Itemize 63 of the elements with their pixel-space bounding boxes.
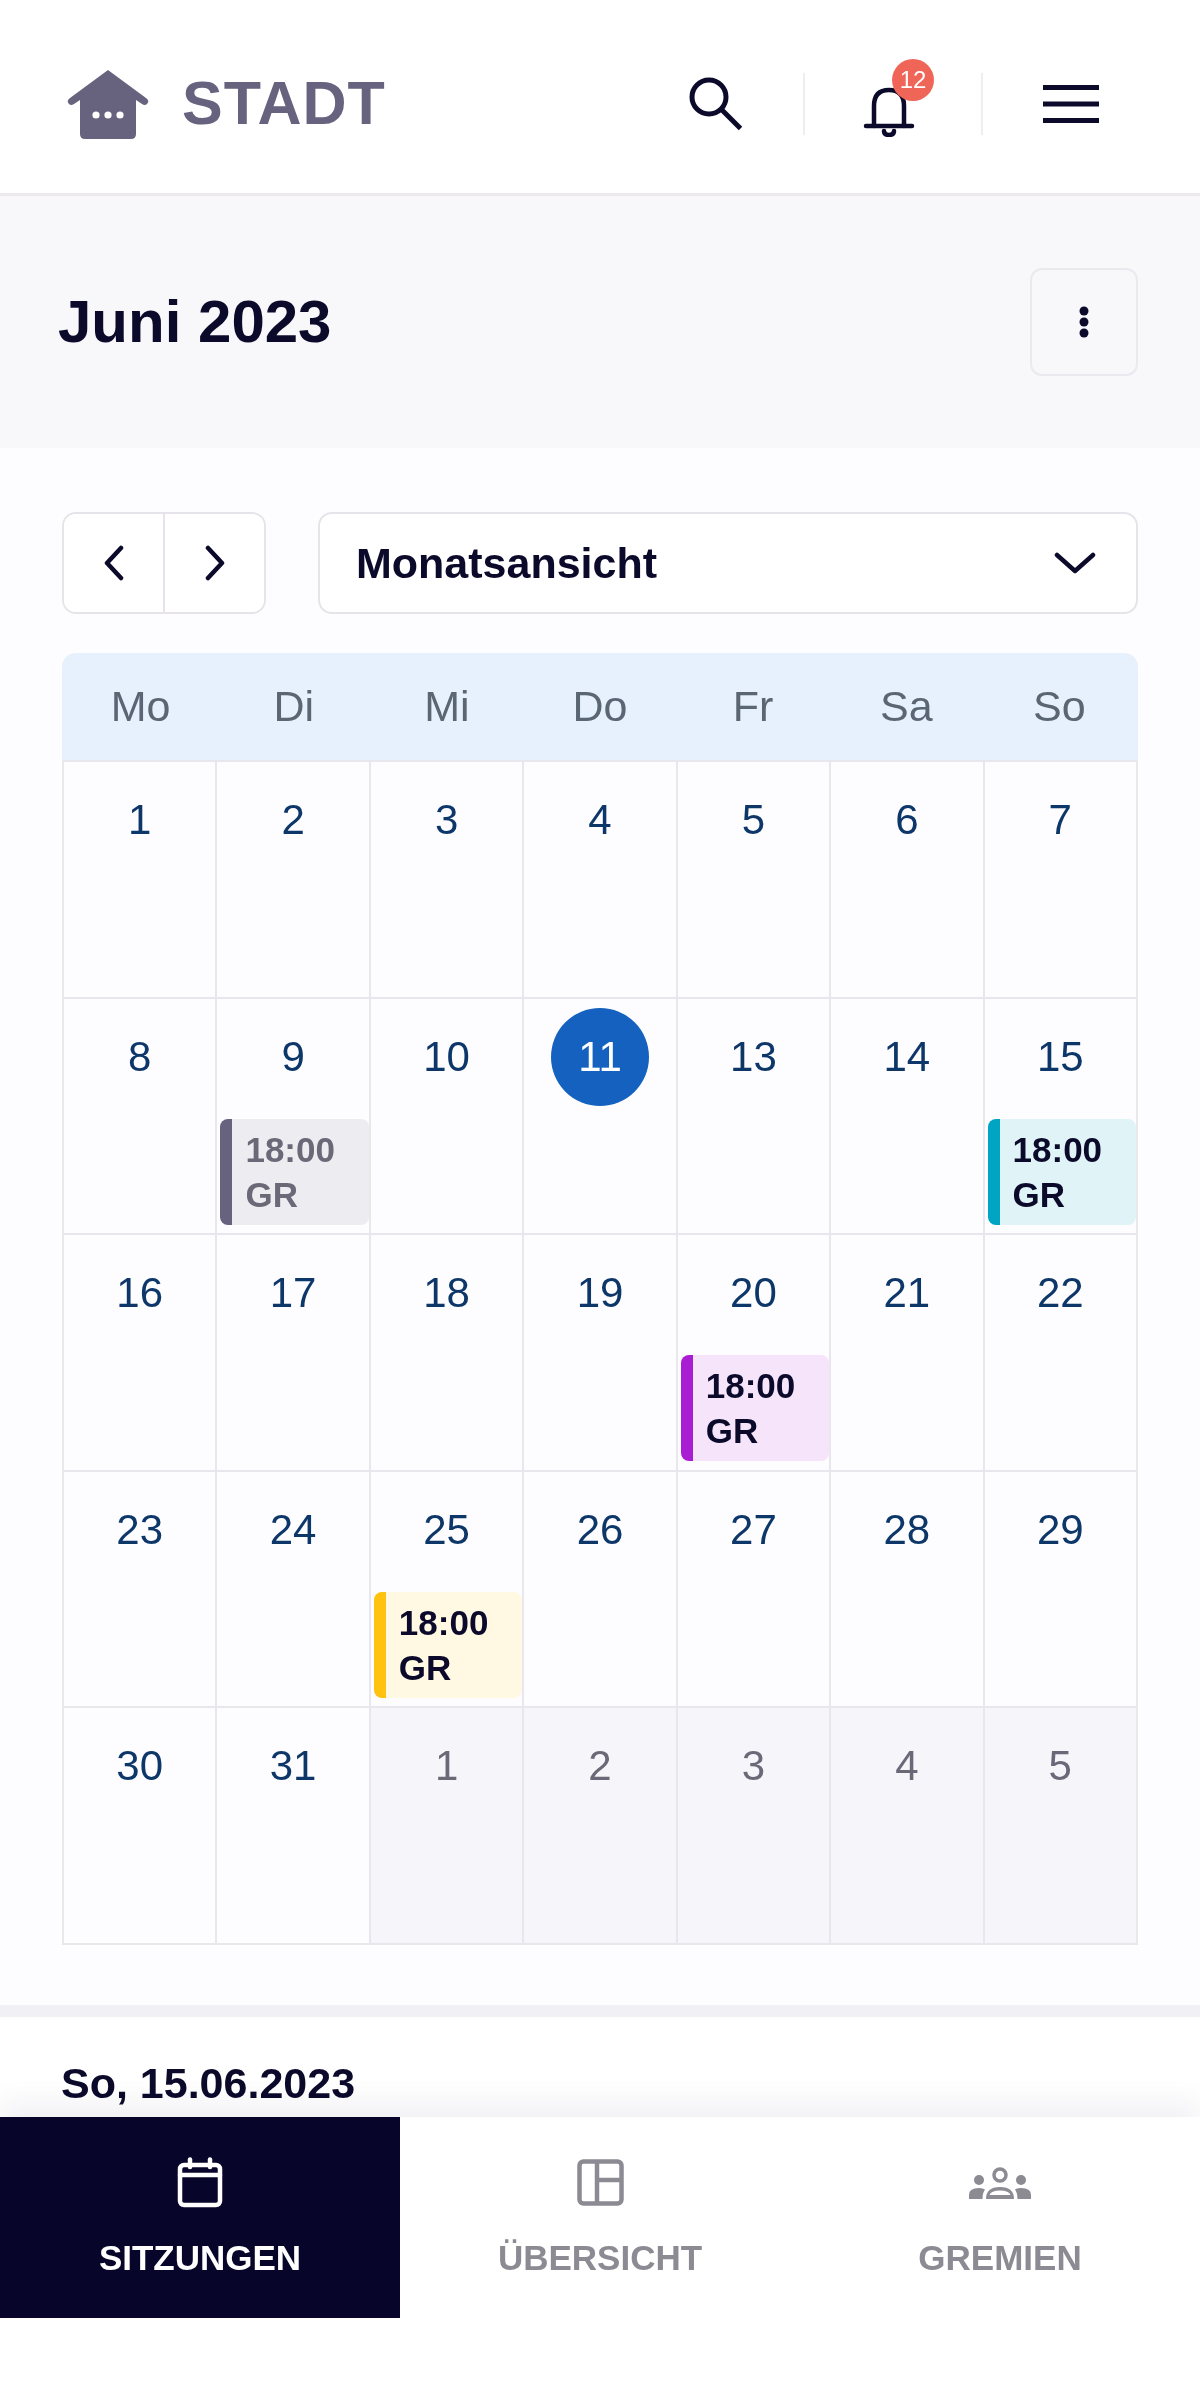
nav-tab[interactable]: SITZUNGEN (0, 2117, 400, 2318)
day-number[interactable]: 13 (730, 1035, 777, 1078)
day-number[interactable]: 6 (895, 799, 919, 841)
house-icon (66, 67, 150, 140)
logo-text: STADT (182, 73, 386, 134)
notification-badge: 12 (892, 58, 934, 101)
search-icon (687, 76, 743, 131)
day-number[interactable]: 15 (1036, 1035, 1084, 1078)
weekday-label: So (1033, 685, 1086, 728)
chevron-left-icon (103, 545, 124, 581)
kebab-icon (1079, 306, 1089, 338)
day-number[interactable]: 25 (423, 1508, 470, 1551)
day-number[interactable]: 7 (1048, 799, 1072, 841)
day-number[interactable]: 3 (741, 1745, 766, 1788)
day-number[interactable]: 27 (730, 1508, 777, 1551)
day-number[interactable]: 14 (883, 1035, 931, 1078)
day-number[interactable]: 10 (423, 1035, 470, 1078)
day-number[interactable]: 1 (434, 1745, 459, 1788)
weekday-label: Fr (732, 685, 774, 728)
day-number[interactable]: 29 (1036, 1508, 1084, 1551)
weekday-label: Mo (110, 685, 171, 728)
day-number[interactable]: 11 (551, 1007, 649, 1106)
day-number[interactable]: 24 (269, 1508, 317, 1551)
day-number[interactable]: 3 (434, 799, 459, 841)
event-chip[interactable]: 18:00 GR (680, 1355, 830, 1462)
menu-icon (1043, 84, 1099, 123)
day-number[interactable]: 17 (269, 1272, 317, 1315)
chevron-right-icon (204, 545, 225, 581)
day-number[interactable]: 5 (741, 799, 766, 841)
view-select[interactable]: Monatsansicht (318, 512, 1138, 614)
event-chip[interactable]: 18:00 GR (987, 1118, 1136, 1225)
day-number[interactable]: 16 (116, 1272, 164, 1315)
day-number[interactable]: 18 (423, 1272, 470, 1315)
day-number[interactable]: 4 (588, 799, 612, 841)
day-number[interactable]: 4 (895, 1745, 919, 1788)
day-number[interactable]: 30 (116, 1745, 164, 1788)
people-group-icon (969, 2166, 1031, 2199)
selected-date-heading: So, 15.06.2023 (61, 2062, 356, 2105)
day-number[interactable]: 8 (128, 1035, 152, 1078)
next-month-button[interactable] (163, 514, 264, 612)
day-number[interactable]: 2 (588, 1745, 612, 1788)
weekday-label: Sa (879, 685, 933, 728)
weekday-label: Di (273, 685, 314, 728)
calendar-icon (177, 2157, 223, 2208)
day-number[interactable]: 20 (730, 1272, 777, 1315)
day-number[interactable]: 21 (883, 1272, 931, 1315)
weekday-label: Mi (424, 685, 470, 728)
day-number[interactable]: 5 (1048, 1745, 1072, 1788)
event-chip[interactable]: 18:00 GR (220, 1118, 369, 1225)
page-title: Juni 2023 (58, 292, 332, 352)
day-number[interactable]: 31 (269, 1745, 317, 1788)
day-number[interactable]: 23 (116, 1508, 164, 1551)
layout-icon (576, 2159, 624, 2206)
chevron-down-icon (1054, 552, 1096, 574)
day-number[interactable]: 26 (576, 1508, 624, 1551)
day-number[interactable]: 1 (128, 799, 152, 841)
day-number[interactable]: 22 (1036, 1272, 1084, 1315)
day-number[interactable]: 19 (576, 1272, 624, 1315)
day-number[interactable]: 28 (883, 1508, 931, 1551)
weekday-label: Do (572, 685, 628, 728)
day-number[interactable]: 2 (281, 799, 305, 841)
event-chip[interactable]: 18:00 GR (373, 1591, 523, 1698)
day-number[interactable]: 9 (281, 1035, 305, 1078)
